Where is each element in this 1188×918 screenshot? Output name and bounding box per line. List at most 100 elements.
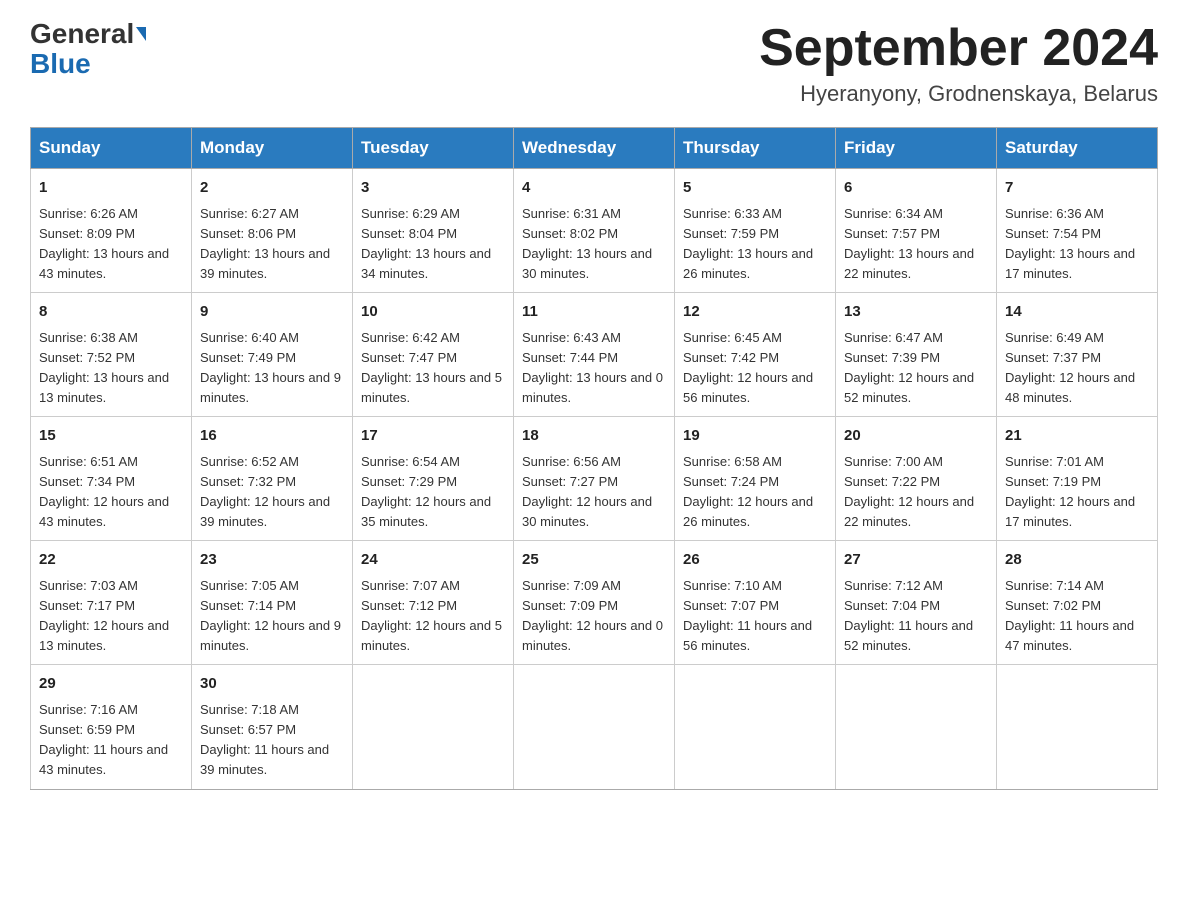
day-number: 6 [844, 177, 988, 200]
day-info: Sunrise: 6:27 AMSunset: 8:06 PMDaylight:… [200, 204, 344, 285]
weekday-header-thursday: Thursday [675, 128, 836, 169]
day-info: Sunrise: 6:43 AMSunset: 7:44 PMDaylight:… [522, 328, 666, 409]
day-info: Sunrise: 6:36 AMSunset: 7:54 PMDaylight:… [1005, 204, 1149, 285]
calendar-week-row: 1 Sunrise: 6:26 AMSunset: 8:09 PMDaylight… [31, 169, 1158, 293]
calendar-cell: 8 Sunrise: 6:38 AMSunset: 7:52 PMDaylight… [31, 293, 192, 417]
day-number: 28 [1005, 549, 1149, 572]
day-info: Sunrise: 7:05 AMSunset: 7:14 PMDaylight:… [200, 576, 344, 657]
day-info: Sunrise: 7:12 AMSunset: 7:04 PMDaylight:… [844, 576, 988, 657]
day-info: Sunrise: 6:42 AMSunset: 7:47 PMDaylight:… [361, 328, 505, 409]
weekday-header-friday: Friday [836, 128, 997, 169]
logo-blue-text: Blue [30, 48, 91, 80]
day-number: 22 [39, 549, 183, 572]
calendar-cell: 26 Sunrise: 7:10 AMSunset: 7:07 PMDayligh… [675, 541, 836, 665]
day-number: 20 [844, 425, 988, 448]
calendar-cell: 21 Sunrise: 7:01 AMSunset: 7:19 PMDayligh… [997, 417, 1158, 541]
calendar-cell: 25 Sunrise: 7:09 AMSunset: 7:09 PMDayligh… [514, 541, 675, 665]
weekday-header-sunday: Sunday [31, 128, 192, 169]
day-number: 27 [844, 549, 988, 572]
day-number: 7 [1005, 177, 1149, 200]
day-info: Sunrise: 7:00 AMSunset: 7:22 PMDaylight:… [844, 452, 988, 533]
day-info: Sunrise: 6:54 AMSunset: 7:29 PMDaylight:… [361, 452, 505, 533]
day-info: Sunrise: 7:03 AMSunset: 7:17 PMDaylight:… [39, 576, 183, 657]
day-number: 5 [683, 177, 827, 200]
calendar-cell: 23 Sunrise: 7:05 AMSunset: 7:14 PMDayligh… [192, 541, 353, 665]
logo-general-text: General [30, 20, 134, 48]
day-number: 18 [522, 425, 666, 448]
day-info: Sunrise: 6:31 AMSunset: 8:02 PMDaylight:… [522, 204, 666, 285]
weekday-header-wednesday: Wednesday [514, 128, 675, 169]
day-info: Sunrise: 6:38 AMSunset: 7:52 PMDaylight:… [39, 328, 183, 409]
day-info: Sunrise: 6:58 AMSunset: 7:24 PMDaylight:… [683, 452, 827, 533]
location-subtitle: Hyeranyony, Grodnenskaya, Belarus [759, 81, 1158, 107]
day-info: Sunrise: 6:26 AMSunset: 8:09 PMDaylight:… [39, 204, 183, 285]
day-number: 8 [39, 301, 183, 324]
day-info: Sunrise: 6:47 AMSunset: 7:39 PMDaylight:… [844, 328, 988, 409]
day-number: 21 [1005, 425, 1149, 448]
calendar-week-row: 29 Sunrise: 7:16 AMSunset: 6:59 PMDayligh… [31, 665, 1158, 789]
day-number: 26 [683, 549, 827, 572]
calendar-cell: 18 Sunrise: 6:56 AMSunset: 7:27 PMDayligh… [514, 417, 675, 541]
day-info: Sunrise: 6:33 AMSunset: 7:59 PMDaylight:… [683, 204, 827, 285]
calendar-cell: 27 Sunrise: 7:12 AMSunset: 7:04 PMDayligh… [836, 541, 997, 665]
day-info: Sunrise: 7:16 AMSunset: 6:59 PMDaylight:… [39, 700, 183, 781]
day-number: 3 [361, 177, 505, 200]
day-number: 11 [522, 301, 666, 324]
calendar-cell: 29 Sunrise: 7:16 AMSunset: 6:59 PMDayligh… [31, 665, 192, 789]
weekday-header-saturday: Saturday [997, 128, 1158, 169]
day-number: 9 [200, 301, 344, 324]
day-number: 25 [522, 549, 666, 572]
day-info: Sunrise: 6:51 AMSunset: 7:34 PMDaylight:… [39, 452, 183, 533]
day-number: 23 [200, 549, 344, 572]
calendar-week-row: 22 Sunrise: 7:03 AMSunset: 7:17 PMDayligh… [31, 541, 1158, 665]
weekday-header-tuesday: Tuesday [353, 128, 514, 169]
calendar-cell: 17 Sunrise: 6:54 AMSunset: 7:29 PMDayligh… [353, 417, 514, 541]
day-number: 10 [361, 301, 505, 324]
calendar-cell: 30 Sunrise: 7:18 AMSunset: 6:57 PMDayligh… [192, 665, 353, 789]
day-info: Sunrise: 7:01 AMSunset: 7:19 PMDaylight:… [1005, 452, 1149, 533]
day-info: Sunrise: 7:10 AMSunset: 7:07 PMDaylight:… [683, 576, 827, 657]
day-number: 30 [200, 673, 344, 696]
day-info: Sunrise: 6:45 AMSunset: 7:42 PMDaylight:… [683, 328, 827, 409]
day-number: 4 [522, 177, 666, 200]
day-number: 19 [683, 425, 827, 448]
day-info: Sunrise: 6:56 AMSunset: 7:27 PMDaylight:… [522, 452, 666, 533]
day-info: Sunrise: 6:29 AMSunset: 8:04 PMDaylight:… [361, 204, 505, 285]
calendar-cell: 20 Sunrise: 7:00 AMSunset: 7:22 PMDayligh… [836, 417, 997, 541]
day-number: 13 [844, 301, 988, 324]
calendar-cell [353, 665, 514, 789]
title-block: September 2024 Hyeranyony, Grodnenskaya,… [759, 20, 1158, 107]
day-info: Sunrise: 7:09 AMSunset: 7:09 PMDaylight:… [522, 576, 666, 657]
day-number: 14 [1005, 301, 1149, 324]
calendar-cell: 12 Sunrise: 6:45 AMSunset: 7:42 PMDayligh… [675, 293, 836, 417]
calendar-header-row: SundayMondayTuesdayWednesdayThursdayFrid… [31, 128, 1158, 169]
calendar-cell: 6 Sunrise: 6:34 AMSunset: 7:57 PMDaylight… [836, 169, 997, 293]
calendar-cell: 9Sunrise: 6:40 AMSunset: 7:49 PMDaylight… [192, 293, 353, 417]
calendar-cell: 28 Sunrise: 7:14 AMSunset: 7:02 PMDayligh… [997, 541, 1158, 665]
month-year-title: September 2024 [759, 20, 1158, 77]
calendar-cell [514, 665, 675, 789]
day-info: Sunrise: 6:52 AMSunset: 7:32 PMDaylight:… [200, 452, 344, 533]
day-number: 1 [39, 177, 183, 200]
calendar-cell: 10 Sunrise: 6:42 AMSunset: 7:47 PMDayligh… [353, 293, 514, 417]
calendar-cell [836, 665, 997, 789]
day-info: Sunrise: 7:14 AMSunset: 7:02 PMDaylight:… [1005, 576, 1149, 657]
day-number: 2 [200, 177, 344, 200]
day-info: Sunrise: 6:34 AMSunset: 7:57 PMDaylight:… [844, 204, 988, 285]
day-number: 17 [361, 425, 505, 448]
calendar-cell: 2 Sunrise: 6:27 AMSunset: 8:06 PMDaylight… [192, 169, 353, 293]
day-number: 15 [39, 425, 183, 448]
day-info: Sunrise: 7:07 AMSunset: 7:12 PMDaylight:… [361, 576, 505, 657]
calendar-cell: 4 Sunrise: 6:31 AMSunset: 8:02 PMDaylight… [514, 169, 675, 293]
calendar-cell: 24 Sunrise: 7:07 AMSunset: 7:12 PMDayligh… [353, 541, 514, 665]
day-info: Sunrise: 7:18 AMSunset: 6:57 PMDaylight:… [200, 700, 344, 781]
day-number: 24 [361, 549, 505, 572]
day-number: 29 [39, 673, 183, 696]
calendar-cell: 15 Sunrise: 6:51 AMSunset: 7:34 PMDayligh… [31, 417, 192, 541]
calendar-week-row: 8 Sunrise: 6:38 AMSunset: 7:52 PMDaylight… [31, 293, 1158, 417]
day-info: Sunrise: 6:49 AMSunset: 7:37 PMDaylight:… [1005, 328, 1149, 409]
day-number: 12 [683, 301, 827, 324]
calendar-cell: 13 Sunrise: 6:47 AMSunset: 7:39 PMDayligh… [836, 293, 997, 417]
calendar-cell: 22 Sunrise: 7:03 AMSunset: 7:17 PMDayligh… [31, 541, 192, 665]
weekday-header-monday: Monday [192, 128, 353, 169]
